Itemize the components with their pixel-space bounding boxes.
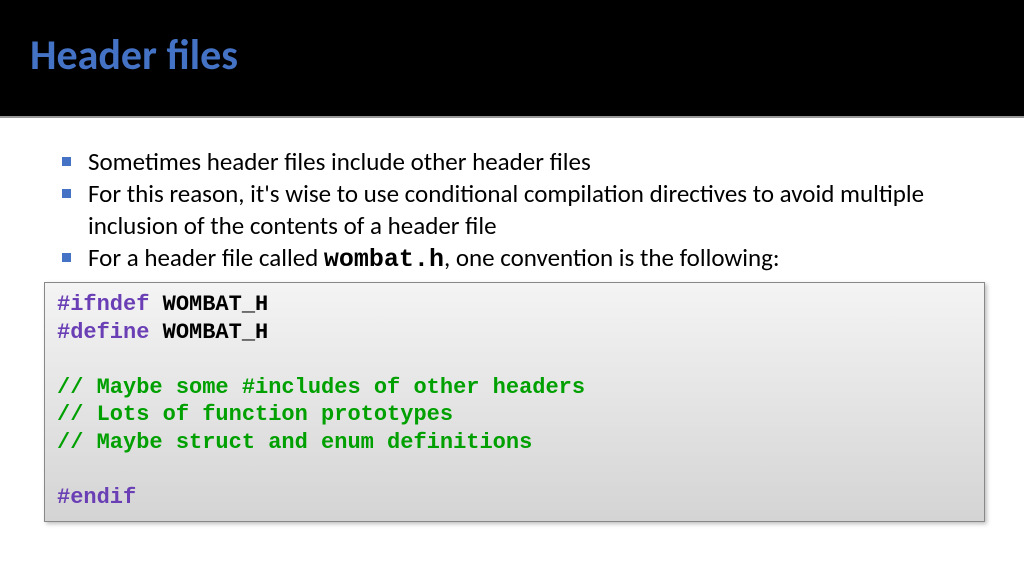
code-comment: // Maybe struct and enum definitions — [57, 430, 532, 455]
bullet-text-post: , one convention is the following: — [444, 242, 780, 273]
code-box: #ifndef WOMBAT_H #define WOMBAT_H // May… — [44, 282, 985, 522]
inline-code: wombat.h — [324, 245, 444, 274]
content-area: Sometimes header files include other hea… — [0, 118, 1024, 522]
bullet-item: For this reason, it's wise to use condit… — [60, 178, 979, 242]
bullet-list: Sometimes header files include other hea… — [60, 146, 979, 276]
bullet-item: For a header file called wombat.h, one c… — [60, 242, 979, 276]
slide-title: Header files — [30, 30, 994, 81]
bullet-text-pre: For a header file called — [88, 242, 324, 273]
code-preproc: #define — [57, 320, 149, 345]
code-identifier: WOMBAT_H — [149, 292, 268, 317]
code-preproc: #ifndef — [57, 292, 149, 317]
code-preproc: #endif — [57, 485, 136, 510]
code-comment: // Maybe some #includes of other headers — [57, 375, 585, 400]
code-identifier: WOMBAT_H — [149, 320, 268, 345]
bullet-item: Sometimes header files include other hea… — [60, 146, 979, 178]
code-comment: // Lots of function prototypes — [57, 402, 453, 427]
header-bar: Header files — [0, 0, 1024, 118]
